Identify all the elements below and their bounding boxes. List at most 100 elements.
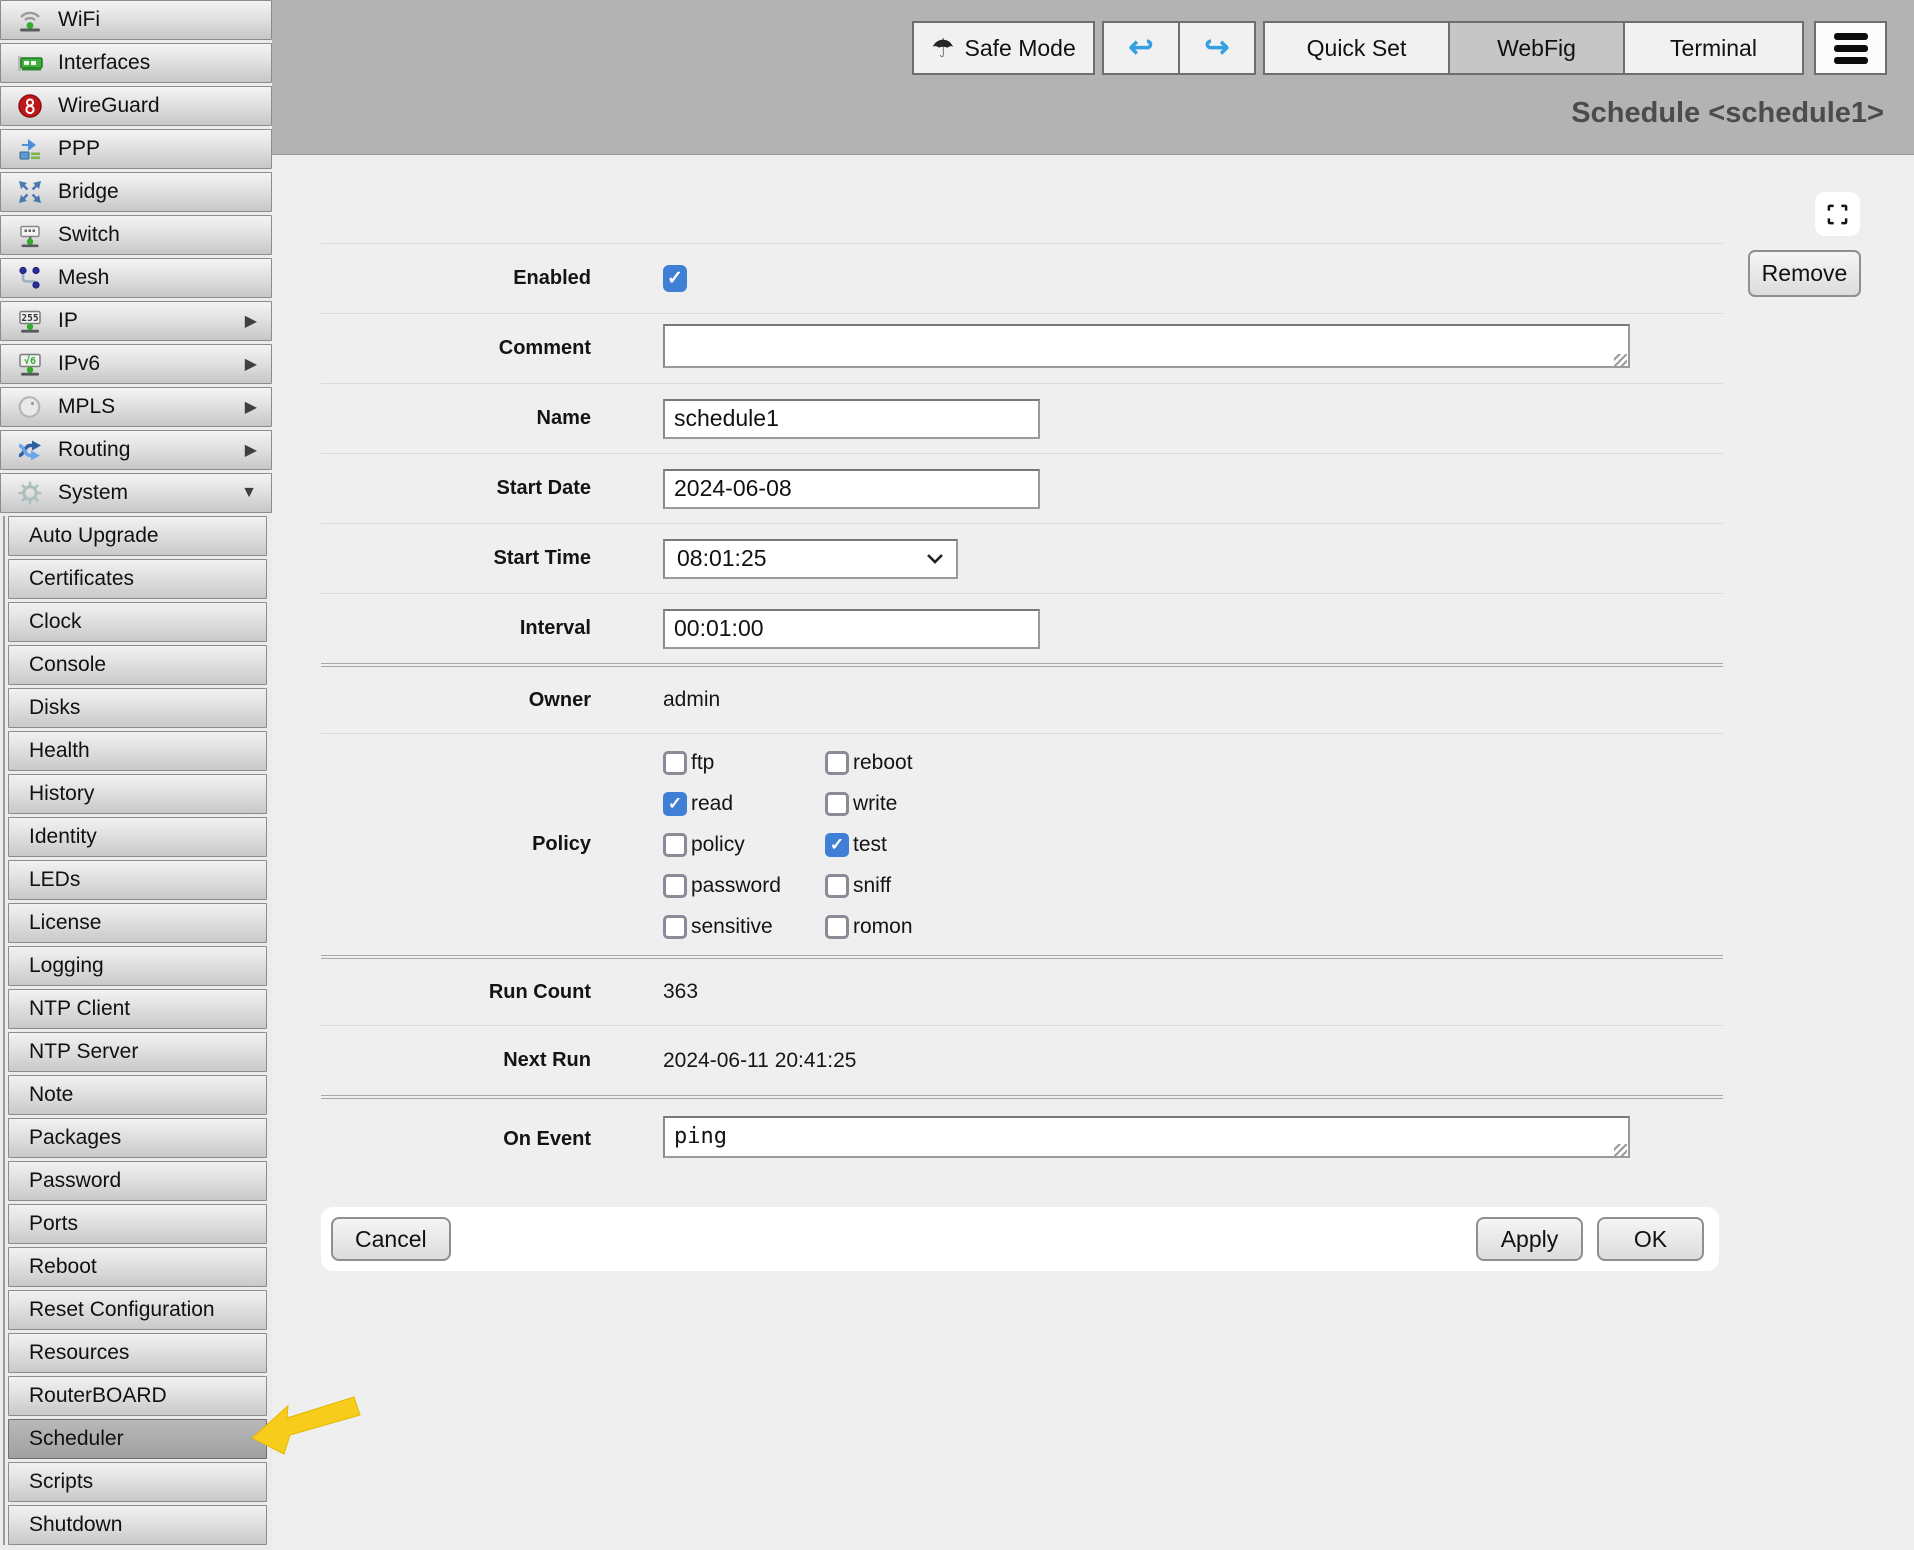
fullscreen-button[interactable] [1815,192,1860,236]
fullscreen-icon [1826,203,1849,226]
next-run-label: Next Run [321,1049,591,1072]
sidebar-item-logging[interactable]: Logging [8,946,267,986]
sidebar-item-reboot[interactable]: Reboot [8,1247,267,1287]
apply-button[interactable]: Apply [1476,1217,1583,1261]
sidebar-item-routing[interactable]: Routing ▶ [0,430,272,470]
sidebar-item-certificates[interactable]: Certificates [8,559,267,599]
sidebar-item-resources[interactable]: Resources [8,1333,267,1373]
next-run-value: 2024-06-11 20:41:25 [663,1049,856,1073]
header-bar: ☂ Safe Mode ↩ ↪ Quick Set WebFig Termina… [272,0,1914,155]
sidebar-item-scripts[interactable]: Scripts [8,1462,267,1502]
policy-checkbox-ftp[interactable]: ✓ [663,751,687,775]
cancel-button[interactable]: Cancel [331,1217,451,1261]
policy-option-label: read [691,792,733,816]
ok-button[interactable]: OK [1597,1217,1704,1261]
sidebar-item-clock[interactable]: Clock [8,602,267,642]
routing-icon [15,435,45,465]
policy-checkbox-password[interactable]: ✓ [663,874,687,898]
interfaces-icon [15,48,45,78]
policy-checkbox-read[interactable]: ✓ [663,792,687,816]
interval-input[interactable] [663,609,1040,649]
sidebar-item-shutdown[interactable]: Shutdown [8,1505,267,1545]
sidebar-item-mpls[interactable]: MPLS ▶ [0,387,272,427]
enabled-checkbox[interactable]: ✓ [663,265,687,292]
sidebar-item-wifi[interactable]: WiFi [0,0,272,40]
svg-text:√6: √6 [24,355,36,367]
sidebar-item-routerboard[interactable]: RouterBOARD [8,1376,267,1416]
on-event-input[interactable]: ping [663,1116,1630,1158]
policy-row: Policy ✓ftp ✓reboot ✓read ✓write ✓policy… [321,733,1723,955]
start-time-row: Start Time 08:01:25 [321,523,1723,593]
safe-mode-label: Safe Mode [965,35,1076,62]
sidebar-item-label: System [58,481,128,505]
sidebar-item-note[interactable]: Note [8,1075,267,1115]
start-time-select[interactable]: 08:01:25 [663,539,958,579]
sidebar-item-health[interactable]: Health [8,731,267,771]
sidebar-item-packages[interactable]: Packages [8,1118,267,1158]
sidebar-item-reset-configuration[interactable]: Reset Configuration [8,1290,267,1330]
sidebar-item-system[interactable]: System ▼ [0,473,272,513]
sidebar-item-auto-upgrade[interactable]: Auto Upgrade [8,516,267,556]
ipv6-icon: √6 [15,349,45,379]
sidebar-item-console[interactable]: Console [8,645,267,685]
policy-checkbox-romon[interactable]: ✓ [825,915,849,939]
sidebar-item-password[interactable]: Password [8,1161,267,1201]
comment-row: Comment [321,313,1723,383]
resize-grip-icon[interactable] [1614,1144,1627,1157]
sidebar-item-disks[interactable]: Disks [8,688,267,728]
sidebar-item-label: IP [58,309,78,333]
hamburger-menu-button[interactable] [1814,21,1887,75]
undo-button[interactable]: ↩ [1102,21,1180,75]
policy-checkbox-test[interactable]: ✓ [825,833,849,857]
sidebar-item-label: Mesh [58,266,109,290]
tab-quick-set[interactable]: Quick Set [1263,21,1450,75]
run-count-row: Run Count 363 [321,955,1723,1025]
policy-checkbox-reboot[interactable]: ✓ [825,751,849,775]
safe-mode-button[interactable]: ☂ Safe Mode [912,21,1095,75]
sidebar-item-ppp[interactable]: PPP [0,129,272,169]
name-row: Name [321,383,1723,453]
start-date-row: Start Date [321,453,1723,523]
interval-label: Interval [321,617,591,640]
start-date-input[interactable] [663,469,1040,509]
policy-checkbox-sensitive[interactable]: ✓ [663,915,687,939]
page-title: Schedule <schedule1> [1571,97,1884,130]
run-count-value: 363 [663,980,698,1004]
sidebar-item-wireguard[interactable]: WireGuard [0,86,272,126]
sidebar-item-ipv6[interactable]: √6 IPv6 ▶ [0,344,272,384]
tab-terminal[interactable]: Terminal [1623,21,1804,75]
sidebar-item-mesh[interactable]: Mesh [0,258,272,298]
comment-input[interactable] [663,324,1630,368]
resize-grip-icon[interactable] [1614,354,1627,367]
umbrella-icon: ☂ [931,35,954,61]
sidebar-item-ports[interactable]: Ports [8,1204,267,1244]
sidebar-item-scheduler[interactable]: Scheduler [8,1419,267,1459]
ppp-icon [15,134,45,164]
name-input[interactable] [663,399,1040,439]
sidebar-item-label: WiFi [58,8,100,32]
select-chevron-icon [926,553,944,565]
sidebar-item-leds[interactable]: LEDs [8,860,267,900]
sidebar-item-switch[interactable]: Switch [0,215,272,255]
redo-icon: ↪ [1204,33,1229,63]
sidebar-item-label: Interfaces [58,51,150,75]
sidebar-item-license[interactable]: License [8,903,267,943]
remove-button[interactable]: Remove [1748,250,1861,297]
sidebar-item-interfaces[interactable]: Interfaces [0,43,272,83]
sidebar-item-bridge[interactable]: Bridge [0,172,272,212]
sidebar-item-ntp-client[interactable]: NTP Client [8,989,267,1029]
sidebar-item-ip[interactable]: 255 IP ▶ [0,301,272,341]
sidebar-item-history[interactable]: History [8,774,267,814]
sidebar-item-ntp-server[interactable]: NTP Server [8,1032,267,1072]
tab-webfig[interactable]: WebFig [1448,21,1625,75]
policy-option-label: test [853,833,887,857]
owner-label: Owner [321,689,591,712]
owner-row: Owner admin [321,663,1723,733]
sidebar-item-identity[interactable]: Identity [8,817,267,857]
redo-button[interactable]: ↪ [1178,21,1256,75]
owner-value: admin [663,688,720,712]
policy-checkbox-write[interactable]: ✓ [825,792,849,816]
policy-checkbox-policy[interactable]: ✓ [663,833,687,857]
policy-checkbox-sniff[interactable]: ✓ [825,874,849,898]
name-label: Name [321,407,591,430]
